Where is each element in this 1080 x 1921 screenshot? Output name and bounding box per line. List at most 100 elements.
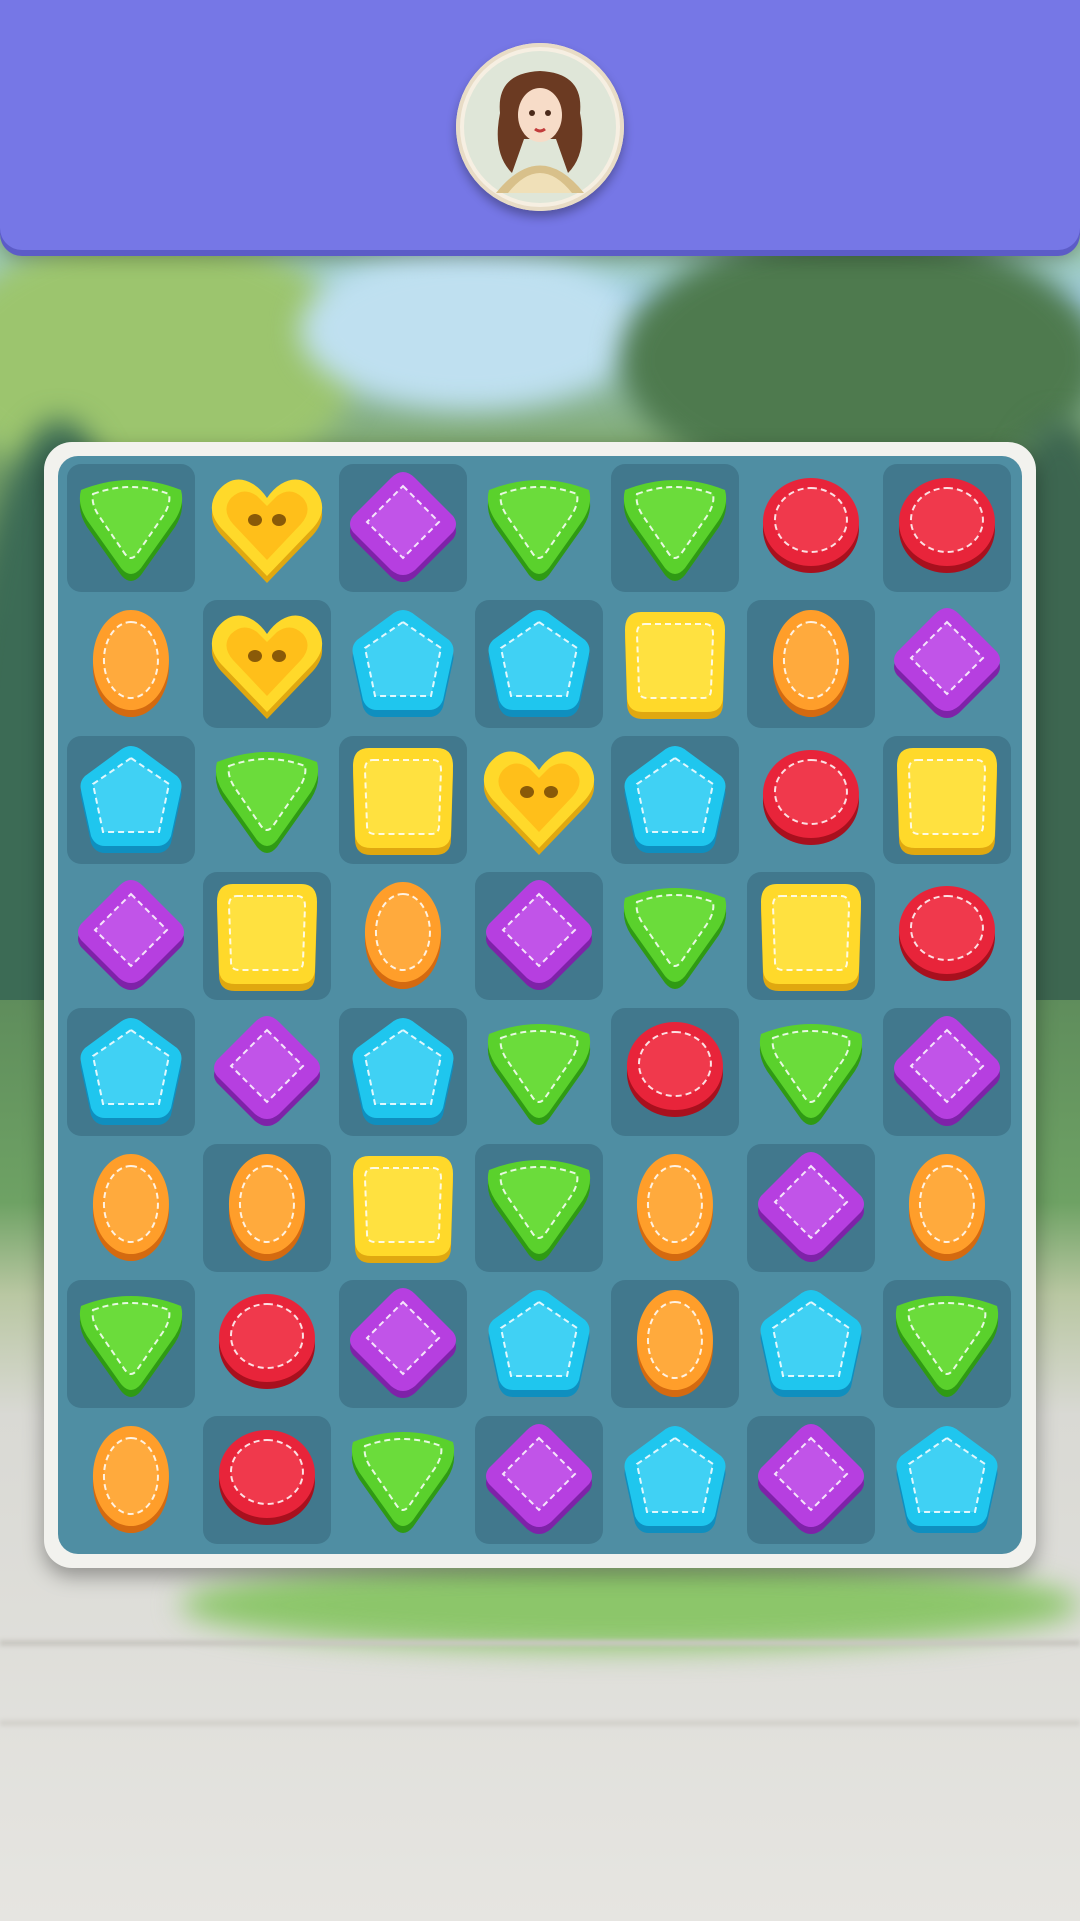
board-cell[interactable]: [611, 1416, 739, 1544]
board-cell[interactable]: [339, 872, 467, 1000]
board-cell[interactable]: [883, 1416, 1011, 1544]
red-circle-icon[interactable]: [611, 1008, 739, 1136]
board-cell[interactable]: [475, 1416, 603, 1544]
orange-oval-icon[interactable]: [883, 1144, 1011, 1272]
board-cell[interactable]: [475, 1144, 603, 1272]
orange-oval-icon[interactable]: [611, 1280, 739, 1408]
board-cell[interactable]: [883, 1280, 1011, 1408]
purple-diamond-icon[interactable]: [339, 464, 467, 592]
purple-diamond-icon[interactable]: [475, 1416, 603, 1544]
purple-diamond-icon[interactable]: [475, 872, 603, 1000]
board-cell[interactable]: [883, 1144, 1011, 1272]
board-cell[interactable]: [203, 1416, 331, 1544]
green-triangle-icon[interactable]: [475, 464, 603, 592]
yellow-square-icon[interactable]: [747, 872, 875, 1000]
red-circle-icon[interactable]: [883, 872, 1011, 1000]
yellow-square-icon[interactable]: [883, 736, 1011, 864]
orange-oval-icon[interactable]: [203, 1144, 331, 1272]
board-cell[interactable]: [611, 600, 739, 728]
board-cell[interactable]: [611, 464, 739, 592]
purple-diamond-icon[interactable]: [883, 600, 1011, 728]
cyan-pentagon-icon[interactable]: [339, 1008, 467, 1136]
board-cell[interactable]: [339, 600, 467, 728]
board-cell[interactable]: [475, 464, 603, 592]
red-circle-icon[interactable]: [747, 464, 875, 592]
yellow-heart-icon[interactable]: [203, 464, 331, 592]
purple-diamond-icon[interactable]: [747, 1416, 875, 1544]
board-cell[interactable]: [747, 872, 875, 1000]
board-cell[interactable]: [203, 464, 331, 592]
board-cell[interactable]: [203, 1280, 331, 1408]
green-triangle-icon[interactable]: [475, 1008, 603, 1136]
board-cell[interactable]: [203, 736, 331, 864]
yellow-heart-icon[interactable]: [475, 736, 603, 864]
orange-oval-icon[interactable]: [67, 1144, 195, 1272]
board-cell[interactable]: [203, 872, 331, 1000]
yellow-square-icon[interactable]: [339, 736, 467, 864]
board-cell[interactable]: [67, 464, 195, 592]
board-cell[interactable]: [67, 1144, 195, 1272]
board-cell[interactable]: [475, 1008, 603, 1136]
cyan-pentagon-icon[interactable]: [611, 1416, 739, 1544]
board-cell[interactable]: [339, 1280, 467, 1408]
board-cell[interactable]: [747, 600, 875, 728]
character-portrait-icon[interactable]: [456, 43, 624, 211]
board-cell[interactable]: [67, 872, 195, 1000]
board-cell[interactable]: [611, 1280, 739, 1408]
red-circle-icon[interactable]: [203, 1280, 331, 1408]
board-cell[interactable]: [67, 600, 195, 728]
orange-oval-icon[interactable]: [747, 600, 875, 728]
board-cell[interactable]: [611, 1144, 739, 1272]
cyan-pentagon-icon[interactable]: [611, 736, 739, 864]
board-cell[interactable]: [883, 464, 1011, 592]
green-triangle-icon[interactable]: [67, 464, 195, 592]
yellow-square-icon[interactable]: [203, 872, 331, 1000]
yellow-heart-icon[interactable]: [203, 600, 331, 728]
board-cell[interactable]: [747, 1008, 875, 1136]
cyan-pentagon-icon[interactable]: [339, 600, 467, 728]
board-cell[interactable]: [747, 1280, 875, 1408]
board-cell[interactable]: [747, 736, 875, 864]
board-cell[interactable]: [747, 1144, 875, 1272]
board-cell[interactable]: [339, 1416, 467, 1544]
board-cell[interactable]: [475, 600, 603, 728]
orange-oval-icon[interactable]: [611, 1144, 739, 1272]
green-triangle-icon[interactable]: [883, 1280, 1011, 1408]
red-circle-icon[interactable]: [883, 464, 1011, 592]
board-cell[interactable]: [67, 1008, 195, 1136]
green-triangle-icon[interactable]: [475, 1144, 603, 1272]
board-cell[interactable]: [203, 1008, 331, 1136]
board-cell[interactable]: [475, 1280, 603, 1408]
yellow-square-icon[interactable]: [611, 600, 739, 728]
purple-diamond-icon[interactable]: [883, 1008, 1011, 1136]
orange-oval-icon[interactable]: [67, 1416, 195, 1544]
board-cell[interactable]: [203, 600, 331, 728]
green-triangle-icon[interactable]: [203, 736, 331, 864]
board-cell[interactable]: [475, 736, 603, 864]
board-cell[interactable]: [611, 736, 739, 864]
green-triangle-icon[interactable]: [611, 872, 739, 1000]
green-triangle-icon[interactable]: [611, 464, 739, 592]
cyan-pentagon-icon[interactable]: [747, 1280, 875, 1408]
cyan-pentagon-icon[interactable]: [475, 600, 603, 728]
board-cell[interactable]: [203, 1144, 331, 1272]
board-cell[interactable]: [339, 736, 467, 864]
purple-diamond-icon[interactable]: [203, 1008, 331, 1136]
board-cell[interactable]: [67, 736, 195, 864]
board-cell[interactable]: [883, 872, 1011, 1000]
board-cell[interactable]: [339, 1144, 467, 1272]
board-cell[interactable]: [339, 464, 467, 592]
orange-oval-icon[interactable]: [67, 600, 195, 728]
board-cell[interactable]: [747, 464, 875, 592]
board-cell[interactable]: [611, 1008, 739, 1136]
red-circle-icon[interactable]: [203, 1416, 331, 1544]
cyan-pentagon-icon[interactable]: [475, 1280, 603, 1408]
green-triangle-icon[interactable]: [339, 1416, 467, 1544]
purple-diamond-icon[interactable]: [67, 872, 195, 1000]
board-cell[interactable]: [67, 1280, 195, 1408]
board-cell[interactable]: [883, 1008, 1011, 1136]
board-cell[interactable]: [611, 872, 739, 1000]
orange-oval-icon[interactable]: [339, 872, 467, 1000]
board-cell[interactable]: [475, 872, 603, 1000]
purple-diamond-icon[interactable]: [747, 1144, 875, 1272]
